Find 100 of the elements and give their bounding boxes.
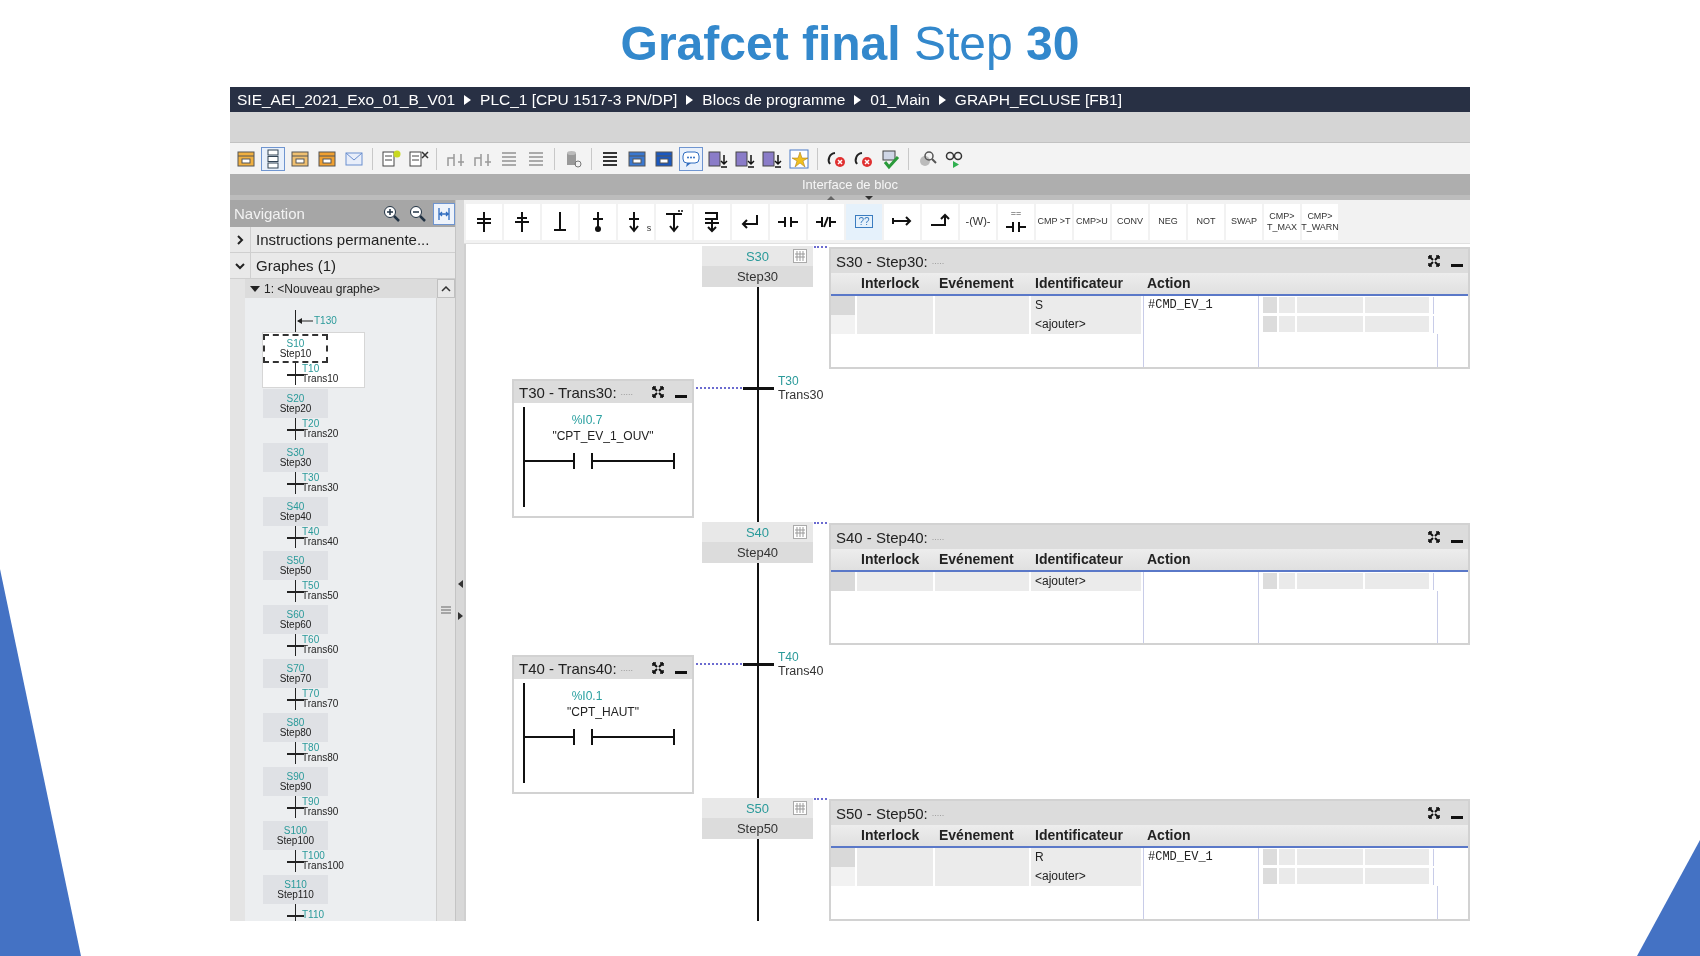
step-box[interactable]: S20 Step20 [263,389,328,418]
separator-arrow-icon [938,94,946,105]
maximize-button[interactable] [650,660,666,676]
instruction-button[interactable]: ?? [846,203,882,240]
panel-title: Navigation [234,205,306,222]
caret-up-icon [441,285,451,292]
step-box[interactable]: S110 Step110 [263,875,328,904]
instruction-button[interactable]: SWAP [1226,203,1262,240]
instruction-button[interactable] [580,203,616,240]
table-cell [1263,868,1277,884]
instruction-button[interactable]: NOT [1188,203,1224,240]
transition-symbol-drawing [287,850,304,872]
transition-name: Trans100 [302,861,344,871]
instruction-button[interactable]: -(W)- [960,203,996,240]
breadcrumb-item[interactable]: GRAPH_ECLUSE [FB1] [954,90,1122,109]
instruction-button[interactable] [884,203,920,240]
instruction-button[interactable] [656,203,692,240]
instruction-button[interactable] [542,203,578,240]
table-cell: R [1031,848,1143,867]
column-header: Interlock [860,826,921,845]
step-name: Step80 [279,727,312,738]
add-row-cell[interactable]: <ajouter> [1031,315,1143,334]
instruction-button[interactable] [694,203,730,240]
table-cell [1279,849,1295,865]
step-box[interactable]: S10 Step10 [263,334,328,363]
maximize-icon [652,662,664,674]
transition-name: Trans30 [778,388,824,402]
instruction-button[interactable] [504,203,540,240]
instruction-button[interactable]: NEG [1150,203,1186,240]
scroll-up-button[interactable] [437,279,455,298]
section-label: Instructions permanente... [255,231,430,248]
table-cell [1263,316,1277,332]
step-box[interactable]: S100 Step100 [263,821,328,850]
instruction-button[interactable]: CMP> T_WARN [1302,203,1338,240]
step-number: S90 [286,771,305,782]
table-cell [1297,849,1363,865]
transition-name: Trans50 [302,591,339,601]
graph-header[interactable]: 1: <Nouveau graphe> [245,279,455,298]
step-box[interactable]: S90 Step90 [263,767,328,796]
table-cell: #CMD_EV_1 [1143,848,1259,867]
step-name: Step90 [279,781,312,792]
row-handle[interactable] [831,296,857,315]
instruction-button[interactable] [922,203,958,240]
fit-width-button[interactable] [433,202,455,225]
breadcrumb-item[interactable]: 01_Main [870,90,930,109]
step-number: S30 [745,248,770,264]
contact-icon [1003,219,1029,235]
transition-number: T40 [778,651,800,664]
step-name: Step40 [279,511,312,522]
table-cell [1365,849,1429,865]
row-handle[interactable] [831,867,857,886]
step-name: Step20 [279,403,312,414]
transition-number: T90 [302,797,321,807]
splitter-handle[interactable] [455,200,464,921]
instruction-button[interactable]: CMP >T [1036,203,1072,240]
column-header: Evénement [938,274,1015,293]
zoom-in-icon [383,204,401,223]
navigation-section[interactable]: Graphes (1) [230,253,455,279]
instruction-button[interactable] [466,203,502,240]
toolbar-button[interactable] [261,146,285,171]
step-box[interactable]: S60 Step60 [263,605,328,634]
add-row-cell[interactable]: <ajouter> [1031,867,1143,886]
step-number: S60 [286,609,305,620]
instruction-button[interactable]: s [618,203,654,240]
table-cell [1365,297,1429,313]
row-handle[interactable] [831,572,857,591]
breadcrumb-item[interactable]: PLC_1 [CPU 1517-3 PN/DP] [480,90,678,109]
column-header: Evénement [938,550,1015,569]
maximize-button[interactable] [1426,529,1442,545]
maximize-button[interactable] [1426,805,1442,821]
instruction-button[interactable] [808,203,844,240]
step-number: S110 [284,879,307,890]
add-row-cell[interactable]: <ajouter> [1031,572,1143,591]
transition-symbol-drawing [287,472,304,494]
instruction-button[interactable] [770,203,806,240]
transition-number: T50 [302,581,321,591]
step-box[interactable]: S80 Step80 [263,713,328,742]
minimize-icon [1451,815,1463,819]
navigation-section[interactable]: Instructions permanente... [230,227,455,253]
maximize-button[interactable] [1426,253,1442,269]
instruction-button[interactable]: CONV [1112,203,1148,240]
row-handle[interactable] [831,315,857,334]
step-box[interactable]: S40 Step40 [263,497,328,526]
step-box[interactable]: S30 Step30 [263,443,328,472]
step-box[interactable]: S70 Step70 [263,659,328,688]
instruction-button[interactable]: CMP> T_MAX [1264,203,1300,240]
step-box[interactable]: S50 Step50 [263,551,328,580]
breadcrumb-item[interactable]: SIE_AEI_2021_Exo_01_B_V01 [237,90,456,109]
instruction-button[interactable]: CMP>U [1074,203,1110,240]
row-handle[interactable] [831,848,857,867]
instruction-button[interactable]: == [998,203,1034,240]
instruction-button[interactable] [732,203,768,240]
step-number: S50 [745,800,770,816]
breadcrumb-item[interactable]: Blocs de programme [702,90,846,109]
transition-symbol-drawing [287,742,304,764]
maximize-button[interactable] [650,384,666,400]
grip-icon [441,605,451,614]
subscript-label: s [646,222,652,234]
step-name: Step50 [279,565,312,576]
table-cell [1297,297,1363,313]
